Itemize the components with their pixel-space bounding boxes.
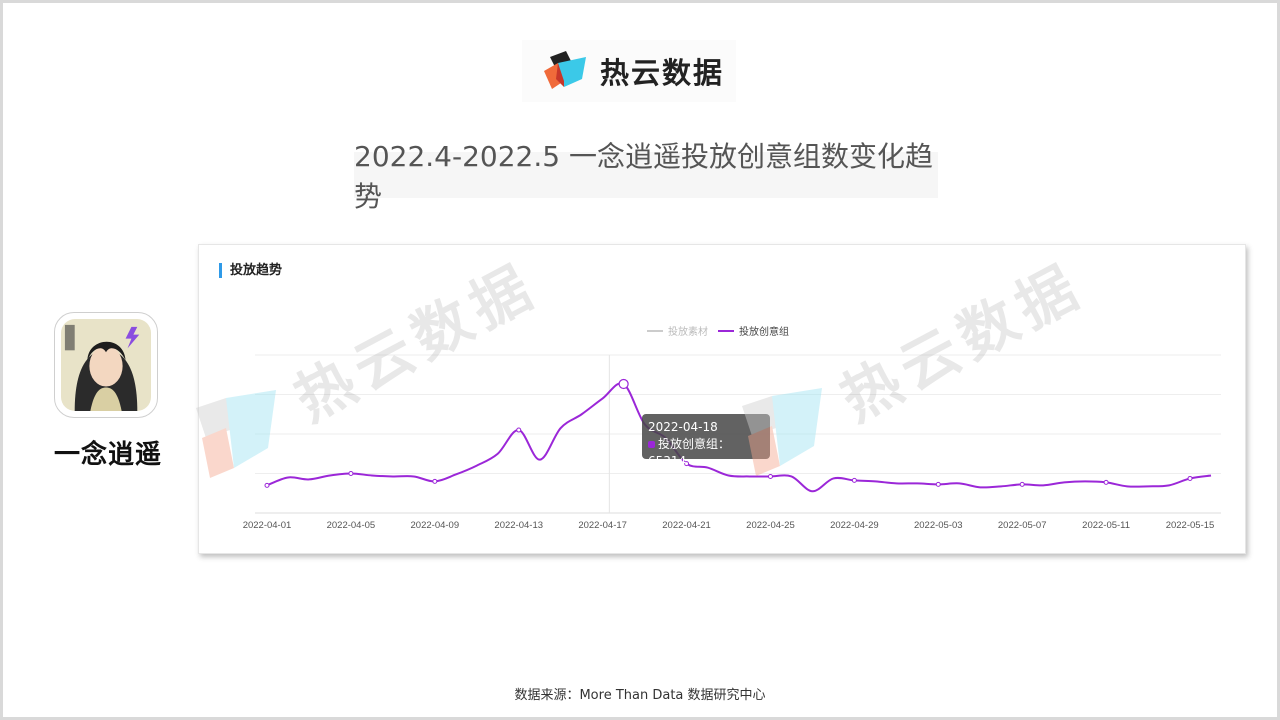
data-point — [935, 481, 941, 487]
tooltip-series-swatch — [648, 441, 655, 448]
app-icon — [54, 312, 158, 418]
data-point — [264, 482, 270, 488]
x-tick-label: 2022-05-03 — [914, 520, 963, 531]
data-point — [851, 477, 857, 483]
x-tick-label: 2022-04-13 — [494, 520, 543, 531]
data-point — [1103, 479, 1109, 485]
brand-logo-icon — [544, 51, 586, 89]
x-tick-label: 2022-04-05 — [327, 520, 376, 531]
data-point — [432, 478, 438, 484]
brand-logo: 热云数据 — [522, 40, 736, 102]
data-point — [767, 473, 773, 479]
x-tick-label: 2022-05-11 — [1082, 520, 1130, 531]
data-source: 数据来源：More Than Data 数据研究中心 — [514, 688, 766, 703]
x-tick-label: 2022-04-09 — [411, 520, 460, 531]
data-point — [1019, 481, 1025, 487]
x-tick-label: 2022-04-17 — [578, 520, 627, 531]
data-point — [1187, 475, 1193, 481]
brand-name: 热云数据 — [600, 56, 725, 90]
x-tick-label: 2022-05-07 — [998, 520, 1047, 531]
x-tick-label: 2022-04-25 — [746, 520, 795, 531]
page-title: 2022.4-2022.5 一念逍遥投放创意组数变化趋势 — [354, 140, 938, 213]
tooltip-date: 2022-04-18 — [648, 420, 718, 434]
x-tick-label: 2022-04-21 — [662, 520, 711, 531]
tooltip-series: 投放创意组 — [658, 437, 719, 451]
x-tick-label: 2022-04-29 — [830, 520, 879, 531]
chart-tooltip: 2022-04-18 投放创意组：65314 — [642, 414, 770, 468]
data-point — [348, 471, 354, 476]
x-tick-label: 2022-04-01 — [243, 520, 292, 531]
chart-panel: 投放趋势 投放素材 投放创意组 2022-04-01 2022-04-05 2022… — [198, 244, 1246, 554]
x-tick-label: 2022-05-15 — [1166, 520, 1215, 531]
line-chart: 2022-04-01 2022-04-05 2022-04-09 2022-04-13… — [243, 354, 1221, 531]
data-point — [516, 427, 522, 433]
tooltip-row: 投放创意组：65314 — [648, 437, 731, 468]
tooltip-value: 65314 — [648, 454, 687, 468]
game-avatar-icon — [61, 319, 151, 411]
app-name: 一念逍遥 — [53, 440, 162, 470]
highlighted-data-point — [618, 378, 629, 390]
